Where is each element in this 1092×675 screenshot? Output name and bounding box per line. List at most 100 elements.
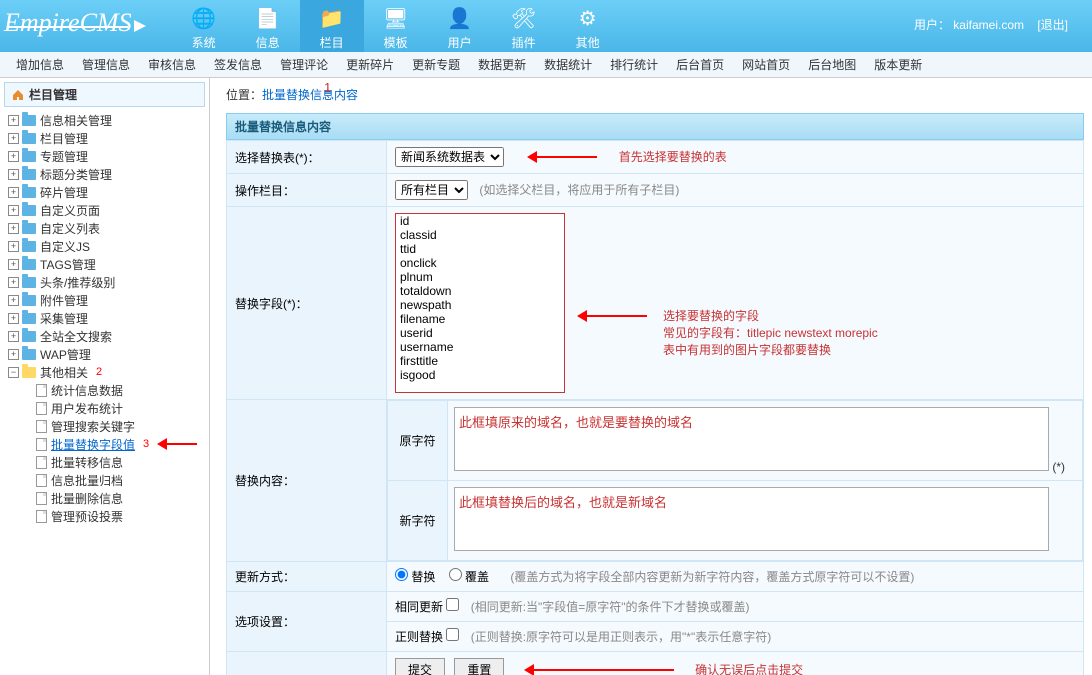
plus-icon[interactable]: + — [8, 313, 19, 324]
radio-overwrite-label[interactable]: 覆盖 — [449, 570, 489, 584]
reset-button[interactable]: 重置 — [454, 658, 504, 675]
plus-icon[interactable]: + — [8, 205, 19, 216]
subnav-item[interactable]: 数据更新 — [478, 56, 526, 73]
plus-icon[interactable]: + — [8, 331, 19, 342]
field-option[interactable]: newspath — [396, 298, 564, 312]
folder-icon: 📁 — [318, 4, 346, 32]
subnav-item[interactable]: 版本更新 — [874, 56, 922, 73]
subnav-item[interactable]: 后台首页 — [676, 56, 724, 73]
plus-icon[interactable]: + — [8, 241, 19, 252]
field-option[interactable]: plnum — [396, 270, 564, 284]
subnav-item[interactable]: 更新专题 — [412, 56, 460, 73]
subnav-item[interactable]: 管理评论 — [280, 56, 328, 73]
field-option[interactable]: firsttitle — [396, 354, 564, 368]
user-link[interactable]: kaifamei.com — [953, 18, 1024, 32]
tree-folder[interactable]: +头条/推荐级别 — [8, 273, 209, 291]
tree-folder[interactable]: +栏目管理 — [8, 129, 209, 147]
textarea-new[interactable] — [454, 487, 1049, 551]
select-table[interactable]: 新闻系统数据表 — [395, 147, 504, 167]
tree-folder[interactable]: +全站全文搜索 — [8, 327, 209, 345]
tree-folder[interactable]: +信息相关管理 — [8, 111, 209, 129]
subnav-item[interactable]: 审核信息 — [148, 56, 196, 73]
topnav-folder[interactable]: 📁栏目 — [300, 0, 364, 55]
checkbox-regex[interactable] — [446, 628, 459, 641]
label-update-mode: 更新方式： — [227, 562, 387, 592]
plus-icon[interactable]: + — [8, 295, 19, 306]
topnav-globe[interactable]: 🌐系统 — [172, 0, 236, 55]
tree-file[interactable]: 信息批量归档 — [8, 471, 209, 489]
field-option[interactable]: username — [396, 340, 564, 354]
field-option[interactable]: id — [396, 214, 564, 228]
field-option[interactable]: classid — [396, 228, 564, 242]
tree-file[interactable]: 批量替换字段值3 — [8, 435, 209, 453]
user-prefix: 用户： — [914, 18, 950, 32]
topnav-gear[interactable]: ⚙其他 — [556, 0, 620, 55]
annotation-submit: 确认无误后点击提交 — [695, 663, 803, 675]
radio-overwrite[interactable] — [449, 568, 462, 581]
topnav-plugin[interactable]: 🛠插件 — [492, 0, 556, 55]
logout-link[interactable]: [退出] — [1037, 18, 1068, 32]
tree-file[interactable]: 管理预设投票 — [8, 507, 209, 525]
subnav-item[interactable]: 排行统计 — [610, 56, 658, 73]
tree-folder[interactable]: +自定义列表 — [8, 219, 209, 237]
tree-file[interactable]: 用户发布统计 — [8, 399, 209, 417]
tree-folder[interactable]: +采集管理 — [8, 309, 209, 327]
field-option[interactable]: ttid — [396, 242, 564, 256]
plus-icon[interactable]: + — [8, 169, 19, 180]
textarea-old[interactable] — [454, 407, 1049, 471]
annotation-2: 2 — [96, 366, 102, 378]
plus-icon[interactable]: + — [8, 187, 19, 198]
home-icon — [11, 88, 25, 102]
subnav-item[interactable]: 管理信息 — [82, 56, 130, 73]
field-option[interactable]: totaldown — [396, 284, 564, 298]
annotation-field-2: 常见的字段有：titlepic newstext morepic — [663, 324, 878, 341]
subnav-item[interactable]: 网站首页 — [742, 56, 790, 73]
select-column[interactable]: 所有栏目 — [395, 180, 468, 200]
tree-folder[interactable]: +标题分类管理 — [8, 165, 209, 183]
tree-file[interactable]: 统计信息数据 — [8, 381, 209, 399]
tree-file[interactable]: 批量删除信息 — [8, 489, 209, 507]
plus-icon[interactable]: + — [8, 115, 19, 126]
subnav-item[interactable]: 更新碎片 — [346, 56, 394, 73]
field-option[interactable]: userid — [396, 326, 564, 340]
plus-icon[interactable]: + — [8, 259, 19, 270]
plus-icon[interactable]: + — [8, 223, 19, 234]
file-icon — [36, 384, 47, 397]
radio-replace[interactable] — [395, 568, 408, 581]
field-option[interactable]: isgood — [396, 368, 564, 382]
tree-file[interactable]: 管理搜索关键字 — [8, 417, 209, 435]
checkbox-related[interactable] — [446, 598, 459, 611]
topnav-window[interactable]: 🖥模板 — [364, 0, 428, 55]
folder-icon — [22, 295, 36, 306]
app-logo: EmpireCMS — [0, 0, 156, 38]
tree-folder[interactable]: +附件管理 — [8, 291, 209, 309]
tree-folder[interactable]: −其他相关2 — [8, 363, 209, 381]
folder-icon — [22, 187, 36, 198]
plus-icon[interactable]: + — [8, 277, 19, 288]
subnav-item[interactable]: 增加信息 — [16, 56, 64, 73]
tree-folder[interactable]: +专题管理 — [8, 147, 209, 165]
topnav-user[interactable]: 👤用户 — [428, 0, 492, 55]
tree-folder[interactable]: +自定义JS — [8, 237, 209, 255]
field-option[interactable]: filename — [396, 312, 564, 326]
topnav-doc[interactable]: 📄信息 — [236, 0, 300, 55]
subnav-item[interactable]: 数据统计 — [544, 56, 592, 73]
breadcrumb-link[interactable]: 批量替换信息内容 — [262, 88, 358, 102]
plus-icon[interactable]: + — [8, 349, 19, 360]
label-column: 操作栏目： — [227, 174, 387, 207]
tree-file[interactable]: 批量转移信息 — [8, 453, 209, 471]
plus-icon[interactable]: + — [8, 133, 19, 144]
tree-folder[interactable]: +碎片管理 — [8, 183, 209, 201]
tree-folder[interactable]: +WAP管理 — [8, 345, 209, 363]
plus-icon[interactable]: + — [8, 151, 19, 162]
tree-folder[interactable]: +TAGS管理 — [8, 255, 209, 273]
subnav-item[interactable]: 后台地图 — [808, 56, 856, 73]
field-option[interactable]: onclick — [396, 256, 564, 270]
minus-icon[interactable]: − — [8, 367, 19, 378]
submit-button[interactable]: 提交 — [395, 658, 445, 675]
radio-replace-label[interactable]: 替换 — [395, 570, 435, 584]
tree-folder[interactable]: +自定义页面 — [8, 201, 209, 219]
field-list[interactable]: idclassidttidonclickplnumtotaldownnewspa… — [395, 213, 565, 393]
subnav-item[interactable]: 签发信息 — [214, 56, 262, 73]
breadcrumb: 位置：批量替换信息内容 — [226, 86, 1084, 103]
